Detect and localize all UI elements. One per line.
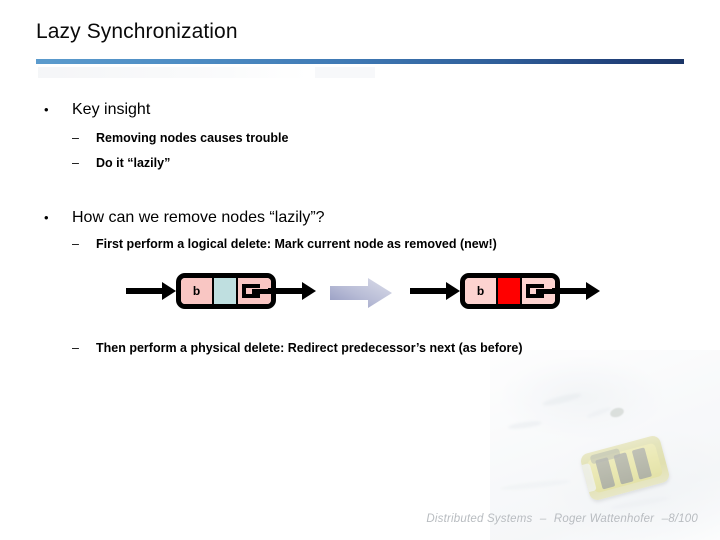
outgoing-link-arrow-left xyxy=(268,282,316,300)
device-slot xyxy=(595,457,616,490)
dash-marker-icon: – xyxy=(72,237,79,251)
node-next-pointer-cell xyxy=(522,278,555,304)
bullet-how-remove-lazily: • How can we remove nodes “lazily”? xyxy=(44,209,325,227)
arrow-shaft xyxy=(410,288,446,294)
bullet-key-insight: • Key insight xyxy=(44,101,150,119)
footer-separator: – xyxy=(539,513,547,525)
slide-canvas: Lazy Synchronization • Key insight – Rem… xyxy=(0,0,720,540)
snow-debris xyxy=(608,406,626,419)
dash-marker-icon: – xyxy=(72,156,79,170)
subbullet-text: Removing nodes causes trouble xyxy=(96,131,289,145)
footer-course: Distributed Systems xyxy=(426,513,533,525)
node-key-cell: b xyxy=(465,278,498,304)
bullet-marker-icon: • xyxy=(44,210,49,225)
subbullet-removing-nodes: – Removing nodes causes trouble xyxy=(72,131,288,145)
device-slot xyxy=(613,452,634,485)
footer-page-number: –8/100 xyxy=(661,513,698,525)
dash-marker-icon: – xyxy=(72,131,79,145)
snow-streak xyxy=(507,419,543,431)
subbullet-physical-delete: – Then perform a physical delete: Redire… xyxy=(72,341,523,355)
slide-footer: Distributed Systems – Roger Wattenhofer … xyxy=(0,513,700,525)
gray-block-arrow-icon xyxy=(330,278,392,308)
arrow-shaft xyxy=(552,288,586,294)
device-body xyxy=(586,442,664,494)
device-slot xyxy=(631,447,653,480)
snow-streak xyxy=(499,478,571,492)
incoming-link-arrow-left xyxy=(126,282,176,300)
linked-list-diagram: b b xyxy=(0,262,720,330)
node-after-marked: b xyxy=(460,273,560,309)
subbullet-text: First perform a logical delete: Mark cur… xyxy=(96,237,497,251)
subbullet-logical-delete: – First perform a logical delete: Mark c… xyxy=(72,237,497,251)
arrow-shaft xyxy=(126,288,162,294)
node-key-cell: b xyxy=(181,278,214,304)
title-underline-rule xyxy=(36,59,684,64)
dash-marker-icon: – xyxy=(72,341,79,355)
snow-background xyxy=(490,350,720,540)
subbullet-text: Then perform a physical delete: Redirect… xyxy=(96,341,523,355)
slide-title: Lazy Synchronization xyxy=(36,20,238,43)
arrow-head xyxy=(446,282,460,300)
pointer-tail xyxy=(536,289,552,294)
arrow-head xyxy=(302,282,316,300)
snow-streak xyxy=(541,391,583,408)
outgoing-link-arrow-right xyxy=(552,282,600,300)
node-before-marked: b xyxy=(176,273,276,309)
subbullet-do-it-lazily: – Do it “lazily” xyxy=(72,156,170,170)
title-ghost-band-secondary xyxy=(315,67,375,78)
arrow-head xyxy=(162,282,176,300)
incoming-link-arrow-right xyxy=(410,282,460,300)
arrow-shaft xyxy=(268,288,302,294)
subbullet-text: Do it “lazily” xyxy=(96,156,171,170)
device-label xyxy=(589,447,621,465)
snow-streak xyxy=(585,405,613,420)
pointer-tail xyxy=(252,289,268,294)
snow-streak xyxy=(609,494,671,512)
bullet-text: How can we remove nodes “lazily”? xyxy=(72,209,325,226)
yellow-device-photo xyxy=(579,434,671,502)
node-next-pointer-cell xyxy=(238,278,271,304)
node-marked-flag-cell xyxy=(498,278,522,304)
node-marked-flag-cell xyxy=(214,278,238,304)
bullet-text: Key insight xyxy=(72,101,151,118)
title-ghost-band xyxy=(38,67,308,78)
bullet-marker-icon: • xyxy=(44,102,49,117)
footer-author: Roger Wattenhofer xyxy=(553,513,655,525)
background-photo-watermark xyxy=(490,350,720,540)
device-end-cap xyxy=(579,463,597,494)
arrow-head xyxy=(586,282,600,300)
